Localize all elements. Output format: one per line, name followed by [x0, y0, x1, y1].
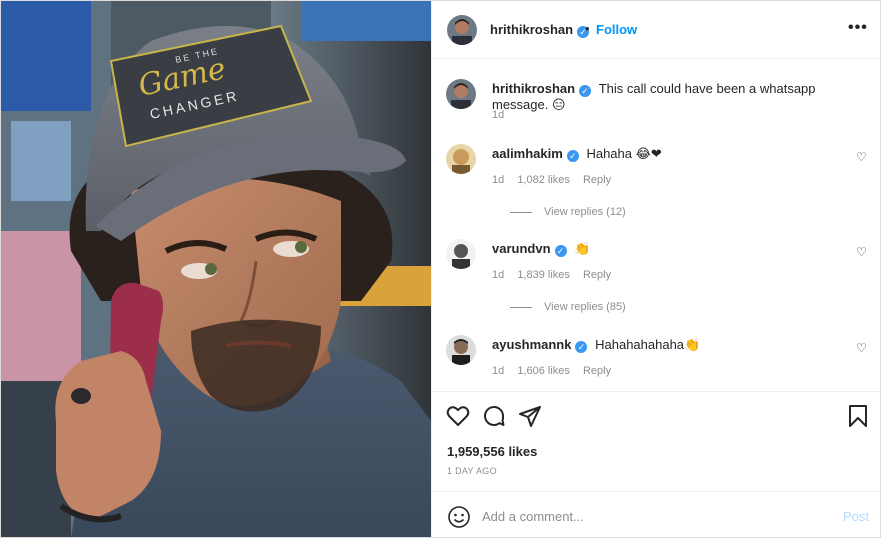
- add-comment-bar: Post: [432, 491, 880, 537]
- smiley-icon[interactable]: [447, 505, 471, 532]
- view-replies-label[interactable]: View replies (85): [544, 301, 626, 313]
- comment-body: Hahaha: [586, 146, 632, 161]
- replies-divider: [510, 306, 532, 308]
- like-count[interactable]: 1,959,556 likes: [447, 444, 537, 459]
- post-header: hrithikroshan ✓ • Follow •••: [432, 1, 880, 59]
- avatar-image: [447, 15, 477, 45]
- commenter-avatar[interactable]: [446, 239, 476, 269]
- comment-emoji: 😂❤: [635, 147, 662, 162]
- comment-username[interactable]: varundvn: [492, 241, 551, 256]
- comment-likes[interactable]: 1,606 likes: [517, 365, 570, 377]
- comment-meta: 1d 1,606 likes Reply: [492, 365, 621, 377]
- more-options-icon[interactable]: •••: [848, 19, 868, 37]
- author-username-text[interactable]: hrithikroshan: [490, 22, 573, 37]
- comment-bubble-icon[interactable]: [482, 404, 506, 431]
- reply-button[interactable]: Reply: [583, 365, 611, 377]
- caption-emoji: 😑: [552, 98, 566, 113]
- caption-username[interactable]: hrithikroshan: [492, 81, 575, 96]
- comment-likes[interactable]: 1,082 likes: [517, 174, 570, 186]
- caption-text: hrithikroshan ✓ This call could have been…: [492, 81, 852, 114]
- view-replies-button[interactable]: View replies (85): [510, 301, 626, 313]
- reply-button[interactable]: Reply: [583, 269, 611, 281]
- commenter-avatar[interactable]: [446, 144, 476, 174]
- verified-badge-icon: ✓: [554, 245, 567, 257]
- heart-icon[interactable]: [446, 404, 470, 431]
- comment-time[interactable]: 1d: [492, 269, 504, 281]
- comment-username[interactable]: ayushmannk: [492, 337, 571, 352]
- comment-text: ayushmannk ✓ Hahahahahaha👏: [492, 337, 852, 354]
- reply-button[interactable]: Reply: [583, 174, 611, 186]
- avatar-image: [446, 239, 476, 269]
- paper-plane-icon[interactable]: [518, 404, 542, 431]
- small-heart-icon[interactable]: ♡: [856, 150, 867, 164]
- verified-badge-icon: ✓: [579, 85, 592, 97]
- verified-badge-icon: ✓: [575, 341, 588, 353]
- author-username[interactable]: hrithikroshan ✓: [490, 22, 590, 38]
- comment-time[interactable]: 1d: [492, 174, 504, 186]
- comment-bubble-icon-glyph: [484, 405, 505, 426]
- author-avatar[interactable]: [447, 15, 477, 45]
- comment-input[interactable]: [482, 504, 822, 528]
- commenter-avatar[interactable]: [446, 335, 476, 365]
- avatar-image: [446, 144, 476, 174]
- instagram-post-modal: BE THE Game CHANGER hrithikroshan ✓ • Fo…: [0, 0, 881, 538]
- post-photo[interactable]: BE THE Game CHANGER: [1, 1, 431, 537]
- post-actions: 1,959,556 likes 1 DAY AGO: [432, 391, 880, 491]
- caption-avatar[interactable]: [446, 79, 476, 109]
- bookmark-icon-glyph: [849, 405, 867, 427]
- caption-time[interactable]: 1d: [492, 109, 504, 121]
- comment-likes[interactable]: 1,839 likes: [517, 269, 570, 281]
- view-replies-label[interactable]: View replies (12): [544, 206, 626, 218]
- avatar-image: [446, 335, 476, 365]
- small-heart-icon[interactable]: ♡: [856, 245, 867, 259]
- post-comment-button[interactable]: Post: [843, 509, 869, 524]
- comment-meta: 1d 1,839 likes Reply: [492, 269, 621, 281]
- smiley-icon-glyph: [448, 506, 470, 528]
- separator-dot: •: [585, 21, 590, 36]
- follow-button[interactable]: Follow: [596, 22, 637, 37]
- small-heart-icon[interactable]: ♡: [856, 341, 867, 355]
- replies-divider: [510, 211, 532, 213]
- comment-body: Hahahahahaha: [595, 337, 685, 352]
- caption-meta: 1d: [492, 109, 514, 121]
- comment-time[interactable]: 1d: [492, 365, 504, 377]
- comment-meta: 1d 1,082 likes Reply: [492, 174, 621, 186]
- post-side-panel: hrithikroshan ✓ • Follow ••• hrithikrosha…: [431, 1, 880, 537]
- comment-text: varundvn ✓ 👏: [492, 241, 852, 258]
- comment-emoji: 👏: [684, 338, 701, 353]
- heart-icon-glyph: [446, 406, 470, 426]
- verified-badge-icon: ✓: [566, 150, 579, 162]
- post-photo-illustration: BE THE Game CHANGER: [1, 1, 431, 537]
- avatar-image: [446, 79, 476, 109]
- bookmark-icon[interactable]: [846, 404, 870, 431]
- comment-username[interactable]: aalimhakim: [492, 146, 563, 161]
- view-replies-button[interactable]: View replies (12): [510, 206, 626, 218]
- post-timestamp[interactable]: 1 DAY AGO: [447, 466, 497, 476]
- comment-text: aalimhakim ✓ Hahaha 😂❤: [492, 146, 852, 163]
- paper-plane-icon-glyph: [519, 406, 541, 427]
- comment-emoji: 👏: [574, 242, 591, 257]
